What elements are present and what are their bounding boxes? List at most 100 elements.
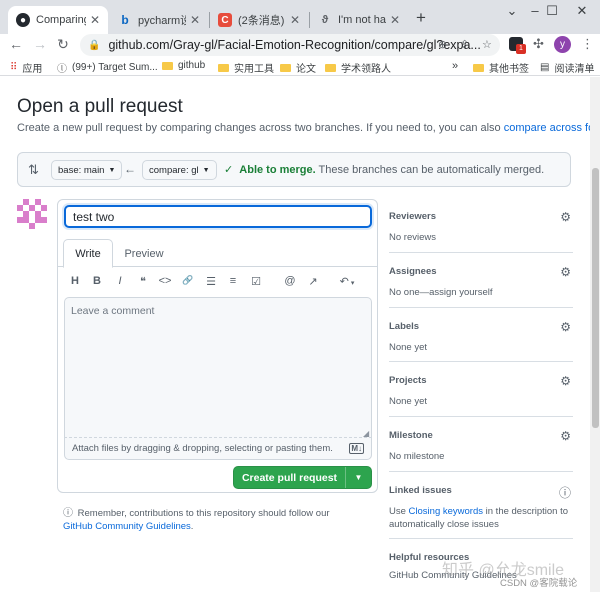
mention-icon[interactable]: @ [282, 275, 298, 287]
bookmark-tools[interactable]: 实用工具 [218, 60, 274, 75]
sidebar-reviewers: Reviewers ⚙ No reviews [389, 210, 573, 244]
close-tab-icon[interactable]: ✕ [90, 13, 100, 27]
folder-icon [280, 63, 291, 72]
caret-down-icon: ▼ [202, 166, 210, 174]
menu-dots-icon[interactable]: ⋮ [581, 36, 594, 52]
puzzle-icon[interactable]: ✣ [533, 36, 544, 52]
csdn-icon: C [218, 13, 232, 27]
lock-icon: 🔒 [88, 39, 101, 51]
compare-across-forks-link[interactable]: compare across forks. [504, 122, 600, 134]
reload-icon[interactable]: ↻ [54, 36, 72, 53]
assignees-value[interactable]: No one—assign yourself [389, 286, 573, 299]
divider [389, 471, 573, 472]
extension-icon[interactable]: 1 [509, 37, 526, 54]
bookmark-github[interactable]: github [162, 60, 205, 71]
bookmark-other[interactable]: 其他书签 [473, 60, 529, 75]
link-icon[interactable]: 🔗 [180, 275, 196, 286]
closing-keywords-link[interactable]: Closing keywords [409, 506, 483, 517]
task-list-icon[interactable]: ☑ [248, 275, 264, 288]
profile-avatar[interactable]: y [554, 36, 571, 53]
zoom-icon[interactable]: ⊕ [438, 38, 447, 51]
bing-icon: b [121, 13, 129, 27]
projects-value: None yet [389, 396, 428, 407]
compare-branch-select[interactable]: compare: gl ▼ [142, 160, 217, 180]
gear-icon[interactable]: ⚙ [560, 265, 571, 279]
gear-icon[interactable]: ⚙ [560, 374, 571, 388]
maximize-button[interactable]: ☐ [540, 3, 564, 19]
comment-textarea[interactable]: Leave a comment [64, 297, 372, 438]
sidebar-milestone: Milestone ⚙ No milestone [389, 429, 573, 463]
gear-icon[interactable]: ⚙ [560, 320, 571, 334]
bold-icon[interactable]: B [89, 275, 105, 287]
labels-heading[interactable]: Labels [389, 321, 573, 332]
bulleted-list-icon[interactable]: ☰ [203, 275, 219, 288]
info-icon: ⓘ [63, 508, 73, 519]
caret-down-icon: ▼ [108, 166, 116, 174]
bookmark-academic[interactable]: 学术领路人 [325, 60, 391, 75]
resize-handle-icon[interactable]: ◢ [363, 429, 369, 438]
compare-arrows-icon: ⇅ [28, 162, 39, 177]
pr-title-input[interactable]: test two [64, 205, 372, 228]
tab-csdn[interactable]: C (2条消息)【 ✕ [210, 6, 308, 34]
address-bar[interactable]: 🔒 github.com/Gray-gl/Facial-Emotion-Reco… [80, 34, 500, 56]
divider [389, 252, 573, 253]
linked-issues-heading: Linked issues [389, 485, 452, 496]
close-tab-icon[interactable]: ✕ [190, 13, 200, 27]
bookmark-apps[interactable]: ⠿ 应用 [10, 60, 42, 75]
tab-preview[interactable]: Preview [118, 239, 170, 268]
close-tab-icon[interactable]: ✕ [390, 13, 400, 27]
folder-icon [473, 63, 484, 72]
forward-arrow-icon[interactable]: → [31, 36, 49, 52]
caret-down-icon[interactable]: ▼ [346, 473, 371, 482]
check-icon: ✓ [224, 164, 234, 176]
cross-reference-icon[interactable]: ↗ [305, 275, 321, 288]
compare-bar: ⇅ base: main ▼ ← compare: gl ▼ ✓ Able to… [17, 152, 571, 187]
heading-icon[interactable]: H [67, 275, 83, 287]
italic-icon[interactable]: I [112, 275, 128, 287]
community-guidelines-link[interactable]: GitHub Community Guidelines [63, 521, 191, 532]
assignees-heading[interactable]: Assignees [389, 266, 573, 277]
projects-heading[interactable]: Projects [389, 375, 573, 386]
tab-write[interactable]: Write [63, 239, 113, 268]
bookmark-papers[interactable]: 论文 [280, 60, 316, 75]
sidebar-linked-issues: Linked issues ⓘ Use Closing keywords in … [389, 485, 573, 531]
back-arrow-icon[interactable]: ← [7, 36, 25, 52]
quote-icon[interactable]: ❝ [135, 275, 151, 288]
contribution-note: ⓘ Remember, contributions to this reposi… [63, 508, 330, 532]
bookmark-star-icon[interactable]: ☆ [482, 38, 492, 51]
divider [389, 307, 573, 308]
page-title: Open a pull request [17, 96, 183, 117]
tab-comparing[interactable]: ● Comparing m ✕ [8, 6, 108, 34]
tab-not-happy[interactable]: ϑ I'm not happ ✕ [310, 6, 408, 34]
share-icon[interactable]: ⇪ [460, 38, 469, 51]
info-icon[interactable]: ⓘ [559, 484, 571, 501]
bookmark-target-sum[interactable]: ⓛ (99+) Target Sum... [57, 60, 158, 75]
scrollbar-thumb[interactable] [592, 168, 599, 428]
create-pull-request-button[interactable]: Create pull request ▼ [233, 466, 372, 489]
code-icon[interactable]: <> [157, 275, 173, 287]
base-branch-select[interactable]: base: main ▼ [51, 160, 123, 180]
reading-list[interactable]: ▤ 阅读清单 [540, 60, 594, 75]
linked-issues-value: Use Closing keywords in the description … [389, 506, 569, 530]
tab-pycharm[interactable]: b pycharm设置 ✕ [110, 6, 208, 34]
milestone-heading[interactable]: Milestone [389, 430, 573, 441]
attach-files-bar[interactable]: Attach files by dragging & dropping, sel… [64, 438, 372, 460]
bookmarks-overflow[interactable]: » [452, 60, 458, 72]
folder-icon [325, 63, 336, 72]
numbered-list-icon[interactable]: ≡ [225, 275, 241, 287]
close-tab-icon[interactable]: ✕ [290, 13, 300, 27]
labels-value: None yet [389, 342, 428, 353]
reviewers-value: No reviews [389, 232, 436, 243]
saved-replies-icon[interactable]: ↶ ▾ [336, 275, 358, 288]
chevron-down-icon[interactable]: ⌄ [500, 3, 524, 19]
close-window-button[interactable]: ✕ [570, 3, 594, 19]
folder-icon [218, 63, 229, 72]
gear-icon[interactable]: ⚙ [560, 210, 571, 224]
merge-status: ✓ Able to merge. These branches can be a… [224, 164, 545, 176]
extension-badge: 1 [516, 44, 526, 54]
reviewers-heading[interactable]: Reviewers [389, 211, 573, 222]
new-tab-button[interactable]: + [416, 8, 426, 28]
divider [389, 538, 573, 539]
sidebar-assignees: Assignees ⚙ No one—assign yourself [389, 265, 573, 299]
gear-icon[interactable]: ⚙ [560, 429, 571, 443]
